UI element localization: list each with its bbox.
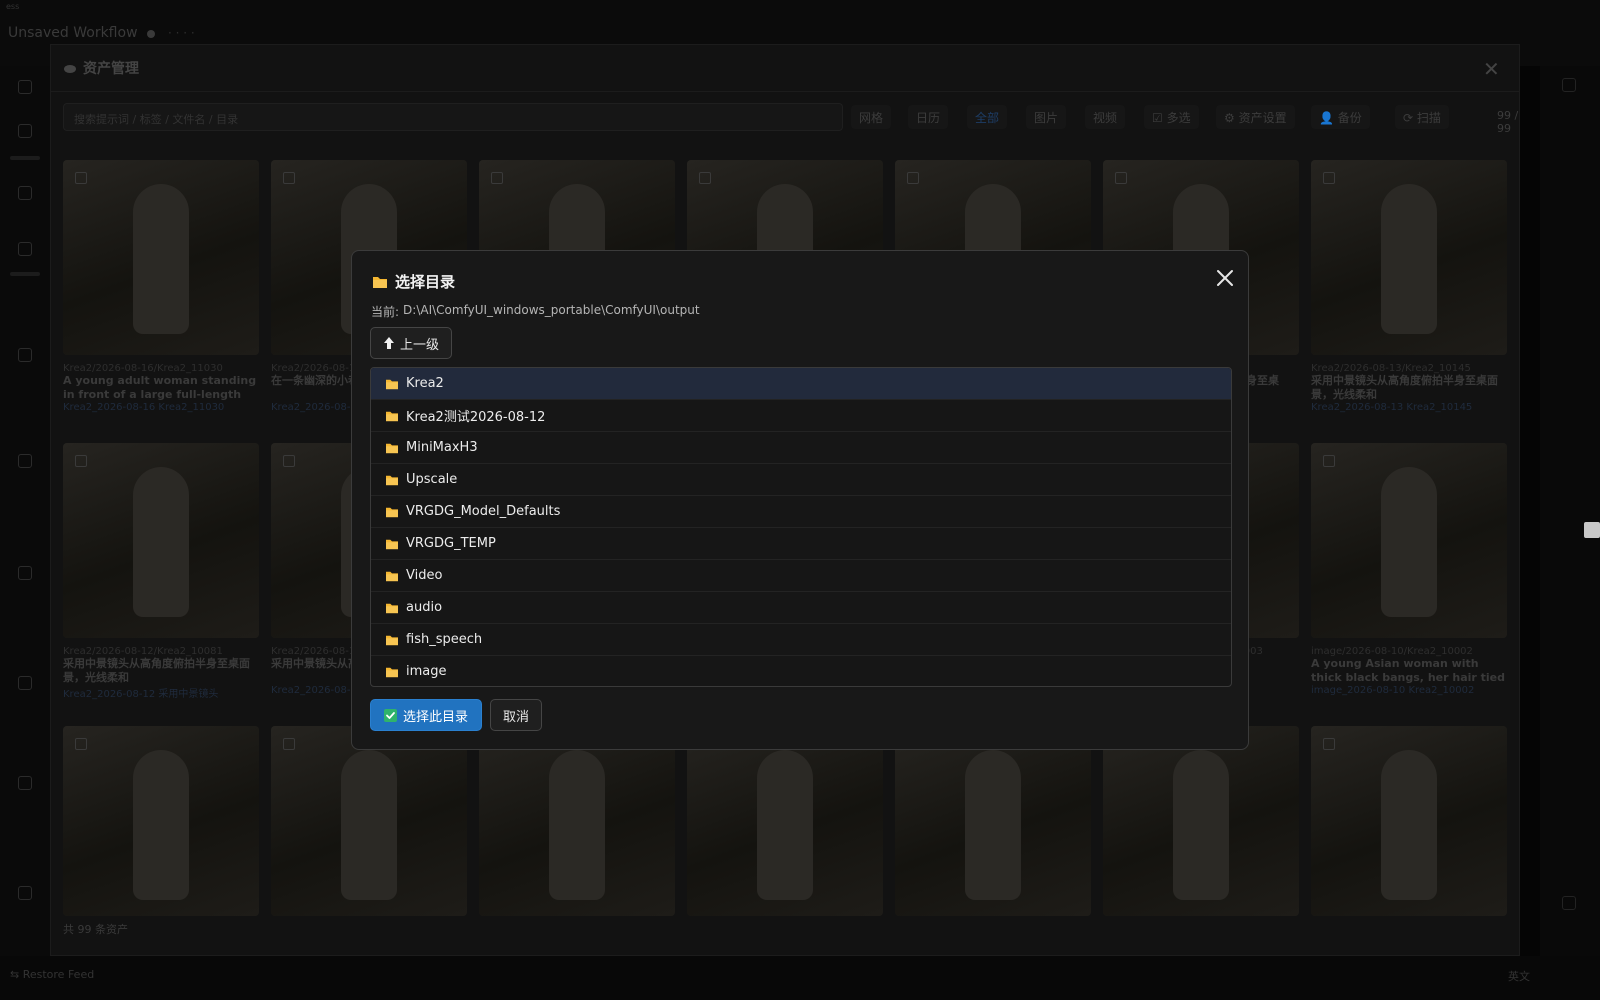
directory-item-label: VRGDG_Model_Defaults — [406, 504, 561, 519]
folder-icon — [373, 276, 387, 288]
folder-icon — [386, 379, 398, 389]
current-path: 当前: D:\AI\ComfyUI_windows_portable\Comfy… — [371, 303, 700, 320]
directory-item[interactable]: Video — [371, 560, 1231, 592]
close-dialog-button[interactable] — [1212, 265, 1238, 291]
close-icon — [1217, 270, 1233, 286]
dialog-title-text: 选择目录 — [395, 273, 456, 291]
directory-item[interactable]: fish_speech — [371, 624, 1231, 656]
directory-item-label: audio — [406, 600, 443, 615]
folder-icon — [386, 539, 398, 549]
parent-directory-button[interactable]: 上一级 — [370, 327, 452, 359]
directory-item-label: Video — [406, 568, 443, 583]
select-directory-dialog: 选择目录 当前: D:\AI\ComfyUI_windows_portable\… — [351, 250, 1249, 750]
parent-directory-label: 上一级 — [399, 337, 439, 353]
directory-item-label: Upscale — [406, 472, 458, 487]
directory-item-label: image — [406, 664, 447, 679]
select-this-directory-button[interactable]: 选择此目录 — [370, 699, 482, 731]
directory-item[interactable]: Krea2 — [371, 368, 1231, 400]
current-path-label: 当前: — [371, 305, 400, 319]
select-this-directory-label: 选择此目录 — [402, 709, 468, 725]
directory-item[interactable]: audio — [371, 592, 1231, 624]
directory-item-label: fish_speech — [406, 632, 483, 647]
directory-item[interactable]: Krea2测试2026-08-12 — [371, 400, 1231, 432]
directory-item-label: VRGDG_TEMP — [406, 536, 496, 551]
directory-item[interactable]: VRGDG_TEMP — [371, 528, 1231, 560]
checkbox-checked-icon — [383, 708, 397, 722]
current-path-value: D:\AI\ComfyUI_windows_portable\ComfyUI\o… — [403, 303, 700, 317]
folder-icon — [386, 411, 398, 421]
folder-icon — [386, 475, 398, 485]
arrow-up-icon — [383, 337, 394, 349]
folder-icon — [386, 443, 398, 453]
directory-item[interactable]: Upscale — [371, 464, 1231, 496]
folder-icon — [386, 635, 398, 645]
folder-icon — [386, 603, 398, 613]
directory-item[interactable]: VRGDG_Model_Defaults — [371, 496, 1231, 528]
directory-list[interactable]: Krea2 Krea2测试2026-08-12 MiniMaxH3 Upscale VR… — [370, 367, 1232, 687]
directory-item-label: MiniMaxH3 — [406, 440, 478, 455]
directory-item[interactable]: image — [371, 656, 1231, 686]
directory-item[interactable]: MiniMaxH3 — [371, 432, 1231, 464]
directory-item-label: Krea2测试2026-08-12 — [406, 410, 546, 425]
cancel-button[interactable]: 取消 — [490, 699, 542, 731]
folder-icon — [386, 507, 398, 517]
folder-icon — [386, 667, 398, 677]
dialog-title: 选择目录 — [372, 271, 455, 292]
directory-item-label: Krea2 — [406, 376, 444, 391]
folder-icon — [386, 571, 398, 581]
